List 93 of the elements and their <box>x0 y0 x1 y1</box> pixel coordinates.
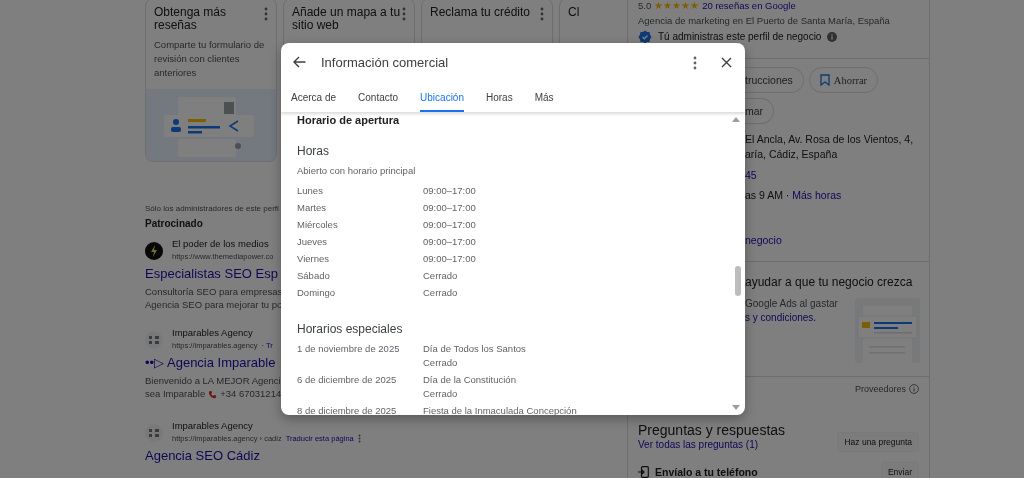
day-hours: 09:00–17:00 <box>423 185 476 196</box>
info-icon[interactable] <box>827 31 838 42</box>
question-count: (1) <box>745 439 759 450</box>
hours-heading: Horas <box>297 143 330 159</box>
day-hours: Cerrado <box>423 270 458 281</box>
special-hours-heading: Horarios especiales <box>297 321 404 337</box>
phone-icon <box>208 389 218 399</box>
holiday-status: Cerrado <box>423 387 459 401</box>
suggestion-card[interactable]: Obtenga más reseñas Comparte tu formulario de revisión con clientes anteriores <box>145 0 277 162</box>
terms-link[interactable]: s y condiciones. <box>745 311 838 325</box>
promo-text: Google Ads al gastar <box>745 297 838 311</box>
more-hours-link[interactable]: Más horas <box>792 189 842 201</box>
reviews-link[interactable]: 20 reseñas en Google <box>702 0 796 11</box>
day-hours: 09:00–17:00 <box>423 202 476 213</box>
day-hours: 09:00–17:00 <box>423 236 476 247</box>
day-name: Miércoles <box>297 219 339 230</box>
star-icon: ★ <box>663 0 673 11</box>
more-icon[interactable] <box>693 55 697 70</box>
result-title-link[interactable]: Especialistas SEO Esp <box>145 265 285 283</box>
holiday-name: Día de la Constitución <box>423 373 516 387</box>
dialog-title: Información comercial <box>321 54 450 70</box>
section-title: Horario de apertura <box>297 113 400 128</box>
info-icon[interactable] <box>909 384 919 394</box>
action-button[interactable]: mar <box>745 98 775 124</box>
scroll-up-icon[interactable] <box>732 116 740 122</box>
scroll-down-icon[interactable] <box>732 405 740 411</box>
send-label: Envíalo a tu teléfono <box>655 466 758 478</box>
send-button[interactable]: Enviar <box>880 462 919 478</box>
day-name: Domingo <box>297 287 337 298</box>
result-title-link[interactable]: Agencia SEO Cádiz <box>145 447 285 465</box>
site-name: El poder de los medios <box>172 238 270 250</box>
day-name: Viernes <box>297 253 331 264</box>
tab[interactable]: Contacto <box>358 81 399 112</box>
day-hours: Cerrado <box>423 287 458 298</box>
star-icon: ★ <box>672 0 682 11</box>
more-icon[interactable] <box>540 7 544 21</box>
holiday-status: Cerrado <box>423 356 459 370</box>
sponsored-label: Patrocinado <box>145 218 204 230</box>
promo-title: ayudar a que tu negocio crezca <box>745 274 914 291</box>
manage-link[interactable]: negocio <box>745 233 919 248</box>
day-name: Martes <box>297 202 328 213</box>
more-icon[interactable] <box>357 434 361 443</box>
action-button[interactable]: trucciones <box>745 67 804 93</box>
card-title: Añade un mapa a tu sitio web <box>292 6 402 32</box>
business-category: Agencia de marketing en El Puerto de Santa María, España <box>638 14 891 28</box>
card-title: Obtenga más reseñas <box>154 6 228 32</box>
ask-question-button[interactable]: Haz una pregunta <box>837 432 919 452</box>
tab[interactable]: Horas <box>486 81 513 112</box>
result-snippet: sea Imparable <box>145 387 206 401</box>
tab[interactable]: Más <box>534 81 554 112</box>
holiday-name: Día de Todos los Santos <box>423 342 526 356</box>
star-icon: ★ <box>690 0 700 11</box>
back-arrow-icon[interactable] <box>293 56 306 68</box>
day-name: Lunes <box>297 185 324 196</box>
result-snippet: Consultoría SEO para empresas <box>145 285 284 298</box>
hours-text: as 9 AM · <box>745 189 790 201</box>
qa-title: Preguntas y respuestas <box>638 422 786 438</box>
card-description: Comparte tu formulario de revisión con clientes anteriores <box>153 38 266 80</box>
close-icon[interactable] <box>721 56 732 68</box>
owner-note: Tú administras este perfil de negocio <box>658 31 822 42</box>
ads-illustration <box>855 298 920 363</box>
result-title-link[interactable]: ••▷ Agencia Imparable <box>145 354 285 372</box>
scrollbar-thumb[interactable] <box>735 266 741 296</box>
tab[interactable]: Acerca de <box>291 81 337 112</box>
site-name: Imparables Agency <box>172 327 254 339</box>
address-text: El Ancla, Av. Rosa de los Vientos, 4, <box>745 132 915 147</box>
day-name: Sábado <box>297 270 331 281</box>
day-hours: 09:00–17:00 <box>423 219 476 230</box>
star-icon: ★ <box>681 0 691 11</box>
providers-label: Proveedores <box>854 384 906 394</box>
card-title: Reclama tu crédito <box>430 6 531 19</box>
more-icon[interactable] <box>264 7 268 21</box>
hours-note: Abierto con horario principal <box>297 164 417 178</box>
day-name: Jueves <box>297 236 329 247</box>
send-to-phone-icon <box>638 466 649 478</box>
admin-note: Sólo los administradores de este perfi <box>145 203 280 215</box>
tab[interactable]: Ubicación <box>420 81 464 112</box>
special-date: 8 de diciembre de 2025 <box>297 404 398 415</box>
day-hours: 09:00–17:00 <box>423 253 476 264</box>
questions-link[interactable]: Ver todas las preguntas <box>638 439 744 450</box>
bookmark-icon <box>819 74 830 86</box>
address-text: aría, Cádiz, España <box>745 147 839 162</box>
rating-score: 5.0 <box>638 0 652 11</box>
phone-number: +34 67031214 <box>220 387 282 401</box>
result-snippet: Bienvenido a LA MEJOR Agenci <box>145 374 282 387</box>
special-date: 6 de diciembre de 2025 <box>297 373 398 387</box>
card-title: Cl <box>568 6 580 19</box>
star-icon: ★ <box>654 0 664 11</box>
save-button[interactable]: Ahorrar <box>808 67 879 93</box>
more-icon[interactable] <box>402 7 406 21</box>
special-date: 1 de noviembre de 2025 <box>297 342 401 356</box>
phone-link[interactable]: 45 <box>745 168 919 183</box>
site-name: Imparables Agency <box>172 420 254 432</box>
